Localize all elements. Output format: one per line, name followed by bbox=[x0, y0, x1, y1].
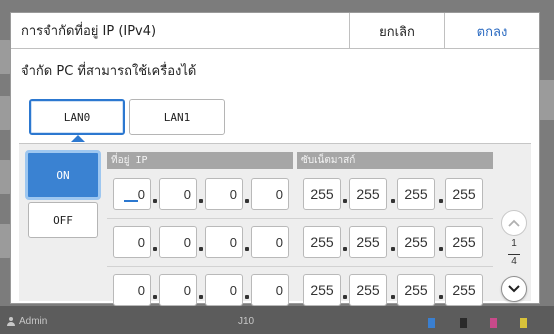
tab-lan1[interactable]: LAN1 bbox=[129, 99, 225, 135]
separator-dot bbox=[153, 295, 157, 299]
mask-octet-field[interactable]: 255 bbox=[349, 274, 387, 306]
mask-octet-field[interactable]: 255 bbox=[445, 274, 483, 306]
status-counter: J10 bbox=[238, 316, 255, 327]
total-pages: 4 bbox=[511, 256, 517, 267]
separator-dot bbox=[245, 295, 249, 299]
row-divider bbox=[107, 218, 493, 219]
subnet-mask-header: ซับเน็ตมาสก์ bbox=[297, 152, 493, 169]
separator-dot bbox=[199, 295, 203, 299]
dialog-subtitle: จำกัด PC ที่สามารถใช้เครื่องได้ bbox=[21, 64, 197, 79]
dialog-title: การจำกัดที่อยู่ IP (IPv4) bbox=[21, 24, 157, 39]
page-fraction-line bbox=[508, 254, 520, 255]
separator-dot bbox=[153, 247, 157, 251]
mask-octet-field[interactable]: 255 bbox=[349, 226, 387, 258]
separator-dot bbox=[199, 199, 203, 203]
separator-dot bbox=[391, 247, 395, 251]
ip-octet-field[interactable]: 0 bbox=[159, 274, 197, 306]
ip-octet-field[interactable]: 0 bbox=[205, 274, 243, 306]
background-tab bbox=[540, 80, 554, 120]
separator-dot bbox=[343, 247, 347, 251]
separator-dot bbox=[199, 247, 203, 251]
address-row: 0 0 0 0 255 255 255 255 bbox=[107, 172, 493, 216]
mask-octet-field[interactable]: 255 bbox=[445, 226, 483, 258]
separator-dot bbox=[391, 295, 395, 299]
page-up-button[interactable] bbox=[501, 210, 527, 236]
ip-octet-field[interactable]: 0 bbox=[251, 178, 289, 210]
ip-restriction-dialog: การจำกัดที่อยู่ IP (IPv4) ยกเลิก ตกลง จำ… bbox=[10, 12, 540, 306]
mask-octet-field[interactable]: 255 bbox=[397, 178, 435, 210]
user-icon bbox=[6, 317, 16, 326]
status-user: Admin bbox=[6, 316, 47, 327]
tab-lan0[interactable]: LAN0 bbox=[29, 99, 125, 142]
mask-octet-field[interactable]: 255 bbox=[303, 226, 341, 258]
ip-octet-field[interactable]: 0 bbox=[159, 226, 197, 258]
ink-cyan-icon bbox=[428, 318, 435, 328]
off-button[interactable]: OFF bbox=[28, 202, 98, 238]
separator-dot bbox=[343, 295, 347, 299]
ip-octet-field[interactable]: 0 bbox=[113, 178, 151, 210]
mask-octet-field[interactable]: 255 bbox=[397, 226, 435, 258]
address-row: 0 0 0 0 255 255 255 255 bbox=[107, 220, 493, 264]
separator-dot bbox=[245, 247, 249, 251]
separator-dot bbox=[153, 199, 157, 203]
chevron-down-icon bbox=[508, 285, 520, 293]
separator-dot bbox=[391, 199, 395, 203]
ok-button[interactable]: ตกลง bbox=[444, 13, 539, 49]
separator-dot bbox=[343, 199, 347, 203]
status-user-name: Admin bbox=[19, 316, 48, 327]
ip-octet-field[interactable]: 0 bbox=[113, 274, 151, 306]
address-row: 0 0 0 0 255 255 255 255 bbox=[107, 268, 493, 312]
ip-octet-field[interactable]: 0 bbox=[205, 178, 243, 210]
current-page: 1 bbox=[511, 238, 517, 249]
mask-octet-field[interactable]: 255 bbox=[349, 178, 387, 210]
on-button[interactable]: ON bbox=[25, 150, 101, 200]
ip-octet-field[interactable]: 0 bbox=[251, 274, 289, 306]
mask-octet-field[interactable]: 255 bbox=[303, 178, 341, 210]
ink-yellow-icon bbox=[520, 318, 527, 328]
page-down-button[interactable] bbox=[501, 276, 527, 302]
chevron-up-icon bbox=[508, 219, 520, 227]
restriction-toggle: ON OFF bbox=[25, 150, 101, 244]
ink-magenta-icon bbox=[490, 318, 497, 328]
ip-octet-field[interactable]: 0 bbox=[159, 178, 197, 210]
ip-octet-field[interactable]: 0 bbox=[205, 226, 243, 258]
mask-octet-field[interactable]: 255 bbox=[445, 178, 483, 210]
separator-dot bbox=[245, 199, 249, 203]
address-panel: ON OFF ที่อยู่ IP ซับเน็ตมาสก์ 0 0 0 0 2… bbox=[19, 143, 531, 306]
ip-octet-field[interactable]: 0 bbox=[113, 226, 151, 258]
row-divider bbox=[107, 266, 493, 267]
separator-dot bbox=[439, 247, 443, 251]
mask-octet-field[interactable]: 255 bbox=[303, 274, 341, 306]
separator-dot bbox=[439, 295, 443, 299]
page-navigator: 1 4 bbox=[497, 210, 531, 302]
separator-dot bbox=[439, 199, 443, 203]
title-bar: การจำกัดที่อยู่ IP (IPv4) ยกเลิก ตกลง bbox=[11, 13, 539, 49]
cancel-button[interactable]: ยกเลิก bbox=[349, 13, 444, 49]
ip-address-header: ที่อยู่ IP bbox=[107, 152, 293, 169]
ink-black-icon bbox=[460, 318, 467, 328]
ip-octet-field[interactable]: 0 bbox=[251, 226, 289, 258]
mask-octet-field[interactable]: 255 bbox=[397, 274, 435, 306]
